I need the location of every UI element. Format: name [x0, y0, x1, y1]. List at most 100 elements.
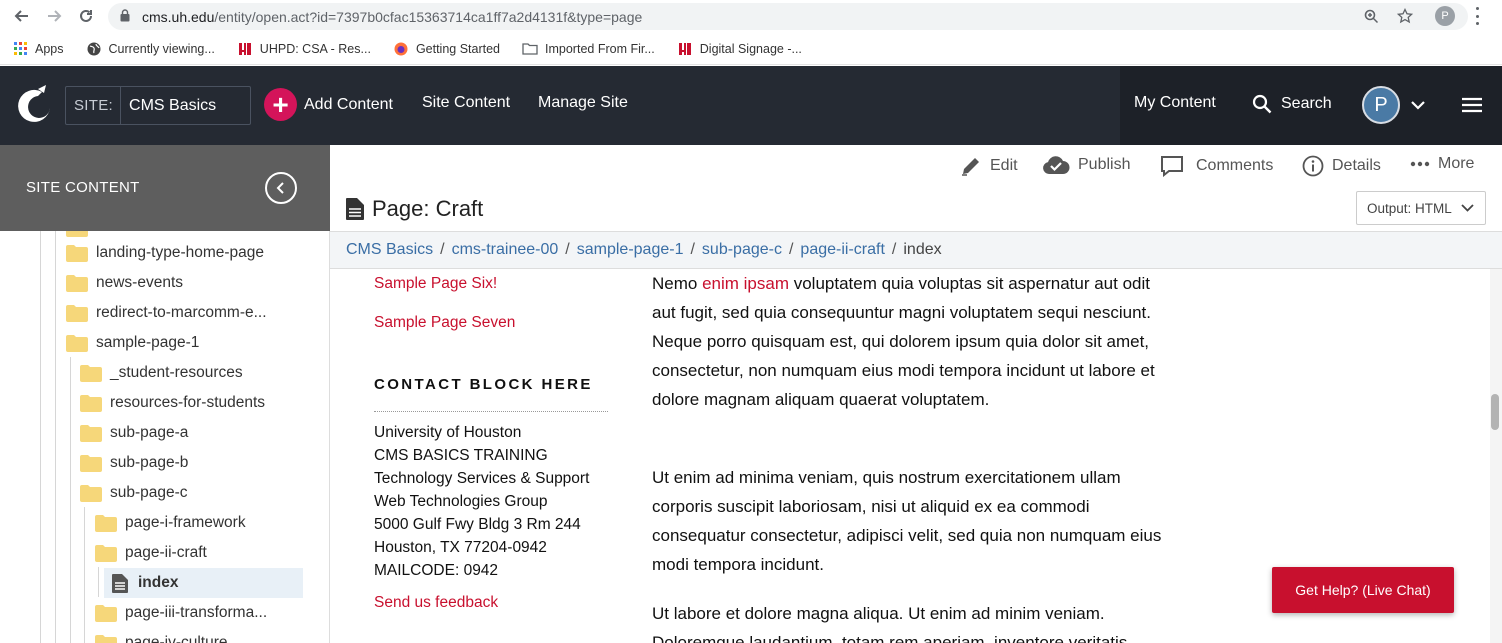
tree-item-label: redirect-to-marcomm-e... — [96, 304, 267, 321]
live-chat-button[interactable]: Get Help? (Live Chat) — [1272, 567, 1454, 613]
body-paragraph: Nemo enim ipsam voluptatem quia voluptas… — [652, 269, 1172, 414]
folder-icon — [66, 274, 88, 292]
tree-item-sub-page-b[interactable]: sub-page-b — [80, 448, 188, 478]
body-paragraph: Ut labore et dolore magna aliqua. Ut eni… — [652, 604, 1128, 643]
page-scrollbar[interactable] — [1490, 269, 1502, 643]
tree-item-label: sub-page-a — [110, 424, 189, 441]
tree-item-resources-for-students[interactable]: resources-for-students — [80, 388, 265, 418]
bookmark-currently-viewing[interactable]: Currently viewing... — [86, 41, 215, 57]
tree-item-label: resources-for-students — [110, 394, 266, 411]
site-content-link[interactable]: Site Content — [422, 94, 510, 112]
back-arrow-icon[interactable] — [10, 4, 34, 28]
enim-ipsam-link[interactable]: enim ipsam — [702, 274, 789, 293]
tree-item-page-iii-transformation[interactable]: page-iii-transforma... — [95, 598, 267, 628]
plus-icon: + — [264, 88, 297, 121]
site-label: SITE: — [66, 87, 122, 124]
sample-page-seven-link[interactable]: Sample Page Seven — [374, 314, 515, 332]
breadcrumb-link[interactable]: CMS Basics — [346, 241, 433, 259]
breadcrumb-separator: / — [565, 241, 570, 258]
my-content-link[interactable]: My Content — [1134, 94, 1216, 112]
breadcrumb-link[interactable]: sample-page-1 — [577, 241, 684, 259]
para-text: Nemo — [652, 274, 703, 293]
tree-item-label: page-i-framework — [125, 514, 246, 531]
tree-item-label: _student-resources — [110, 364, 243, 381]
search-button[interactable]: Search — [1252, 94, 1332, 114]
bookmark-getting-started[interactable]: Getting Started — [393, 41, 500, 57]
folder-icon — [95, 544, 117, 562]
hamburger-menu-icon[interactable] — [1462, 97, 1482, 113]
output-select[interactable]: Output: HTML — [1356, 191, 1486, 225]
browser-menu-icon[interactable] — [1474, 7, 1480, 25]
folder-icon — [66, 244, 88, 262]
sample-page-six-link[interactable]: Sample Page Six! — [374, 275, 497, 293]
tree-item-sub-page-a[interactable]: sub-page-a — [80, 418, 188, 448]
contact-line: 5000 Gulf Fwy Bldg 3 Rm 244 — [374, 516, 581, 533]
scrollbar-thumb[interactable] — [1491, 394, 1499, 430]
manage-site-link[interactable]: Manage Site — [538, 94, 628, 112]
search-label: Search — [1281, 95, 1332, 112]
breadcrumb-link[interactable]: cms-trainee-00 — [452, 241, 559, 259]
tree-item-label: page-ii-craft — [125, 544, 207, 561]
bookmark-imported[interactable]: Imported From Fir... — [522, 41, 655, 57]
breadcrumb-separator: / — [690, 241, 695, 258]
bookmark-apps[interactable]: Apps — [12, 41, 64, 57]
breadcrumb-link[interactable]: page-ii-craft — [800, 241, 884, 259]
tree-item-page-ii-craft[interactable]: page-ii-craft — [95, 538, 207, 568]
folder-icon — [66, 334, 88, 352]
more-dots-icon — [1410, 161, 1430, 167]
user-avatar[interactable]: P — [1362, 86, 1400, 124]
comments-button[interactable]: Comments — [1160, 155, 1273, 177]
contact-address: University of Houston CMS BASICS TRAININ… — [374, 421, 589, 582]
bookmark-label: Digital Signage -... — [699, 41, 802, 56]
bookmark-label: Getting Started — [415, 41, 501, 56]
edit-label: Edit — [990, 157, 1018, 174]
more-button[interactable]: More — [1410, 155, 1474, 173]
bookmark-uhpd[interactable]: UHPD: CSA - Res... — [237, 41, 371, 57]
tree-item-sample-page-1[interactable]: sample-page-1 — [66, 328, 199, 358]
add-content-button[interactable]: + Add Content — [264, 88, 393, 121]
chevron-down-icon[interactable] — [1411, 101, 1425, 110]
breadcrumb-link[interactable]: sub-page-c — [702, 241, 782, 259]
tree-item-page-iv-culture[interactable]: page-iv-culture — [95, 628, 228, 643]
contact-line: MAILCODE: 0942 — [374, 562, 499, 579]
tree-item-news-events[interactable]: news-events — [66, 268, 183, 298]
edit-button[interactable]: Edit — [960, 155, 1018, 177]
uh-logo-icon — [677, 41, 693, 57]
tree-item-student-resources[interactable]: _student-resources — [80, 358, 243, 388]
contact-line: Houston, TX 77204-0942 — [374, 539, 547, 556]
site-selector[interactable]: SITE: CMS Basics — [65, 86, 251, 125]
tree-item-landing-type-home-page[interactable]: landing-type-home-page — [66, 238, 264, 268]
details-label: Details — [1332, 157, 1381, 174]
url-host: cms.uh.edu — [142, 8, 215, 25]
details-button[interactable]: Details — [1302, 155, 1381, 177]
page-title-text: Page: Craft — [372, 196, 484, 221]
forward-arrow-icon[interactable] — [42, 4, 66, 28]
reload-icon[interactable] — [74, 4, 98, 28]
breadcrumb-current: index — [903, 241, 942, 258]
contact-divider — [374, 411, 608, 412]
site-name: CMS Basics — [129, 96, 217, 114]
tree-item-redirect-to-marcomm[interactable]: redirect-to-marcomm-e... — [66, 298, 267, 328]
profile-initial: P — [1441, 10, 1449, 22]
tree-item-page-i-framework[interactable]: page-i-framework — [95, 508, 246, 538]
folder-icon — [80, 454, 102, 472]
tree-item-index[interactable]: index — [104, 568, 303, 598]
more-label: More — [1438, 155, 1475, 172]
contact-line: Web Technologies Group — [374, 493, 548, 510]
tree-item-label: sample-page-1 — [96, 334, 200, 351]
star-icon[interactable] — [1397, 8, 1413, 24]
send-feedback-link[interactable]: Send us feedback — [374, 594, 498, 612]
url-text: cms.uh.edu/entity/open.act?id=7397b0cfac… — [142, 9, 642, 25]
profile-avatar[interactable]: P — [1435, 6, 1455, 26]
bookmark-digital-signage[interactable]: Digital Signage -... — [677, 41, 802, 57]
publish-button[interactable]: Publish — [1042, 155, 1130, 175]
tree-item-sub-page-c[interactable]: sub-page-c — [80, 478, 188, 508]
page-icon — [346, 198, 364, 220]
bookmarks-bar: Apps Currently viewing... UHPD: CSA - Re… — [0, 33, 1502, 65]
cascade-logo-icon[interactable] — [12, 84, 54, 126]
para-text: voluptatem quia voluptas sit aspernatur … — [652, 274, 1155, 409]
collapse-sidebar-button[interactable] — [265, 172, 297, 204]
zoom-icon[interactable] — [1364, 9, 1379, 24]
breadcrumb-separator: / — [440, 241, 445, 258]
address-bar[interactable]: cms.uh.edu/entity/open.act?id=7397b0cfac… — [108, 3, 1468, 30]
